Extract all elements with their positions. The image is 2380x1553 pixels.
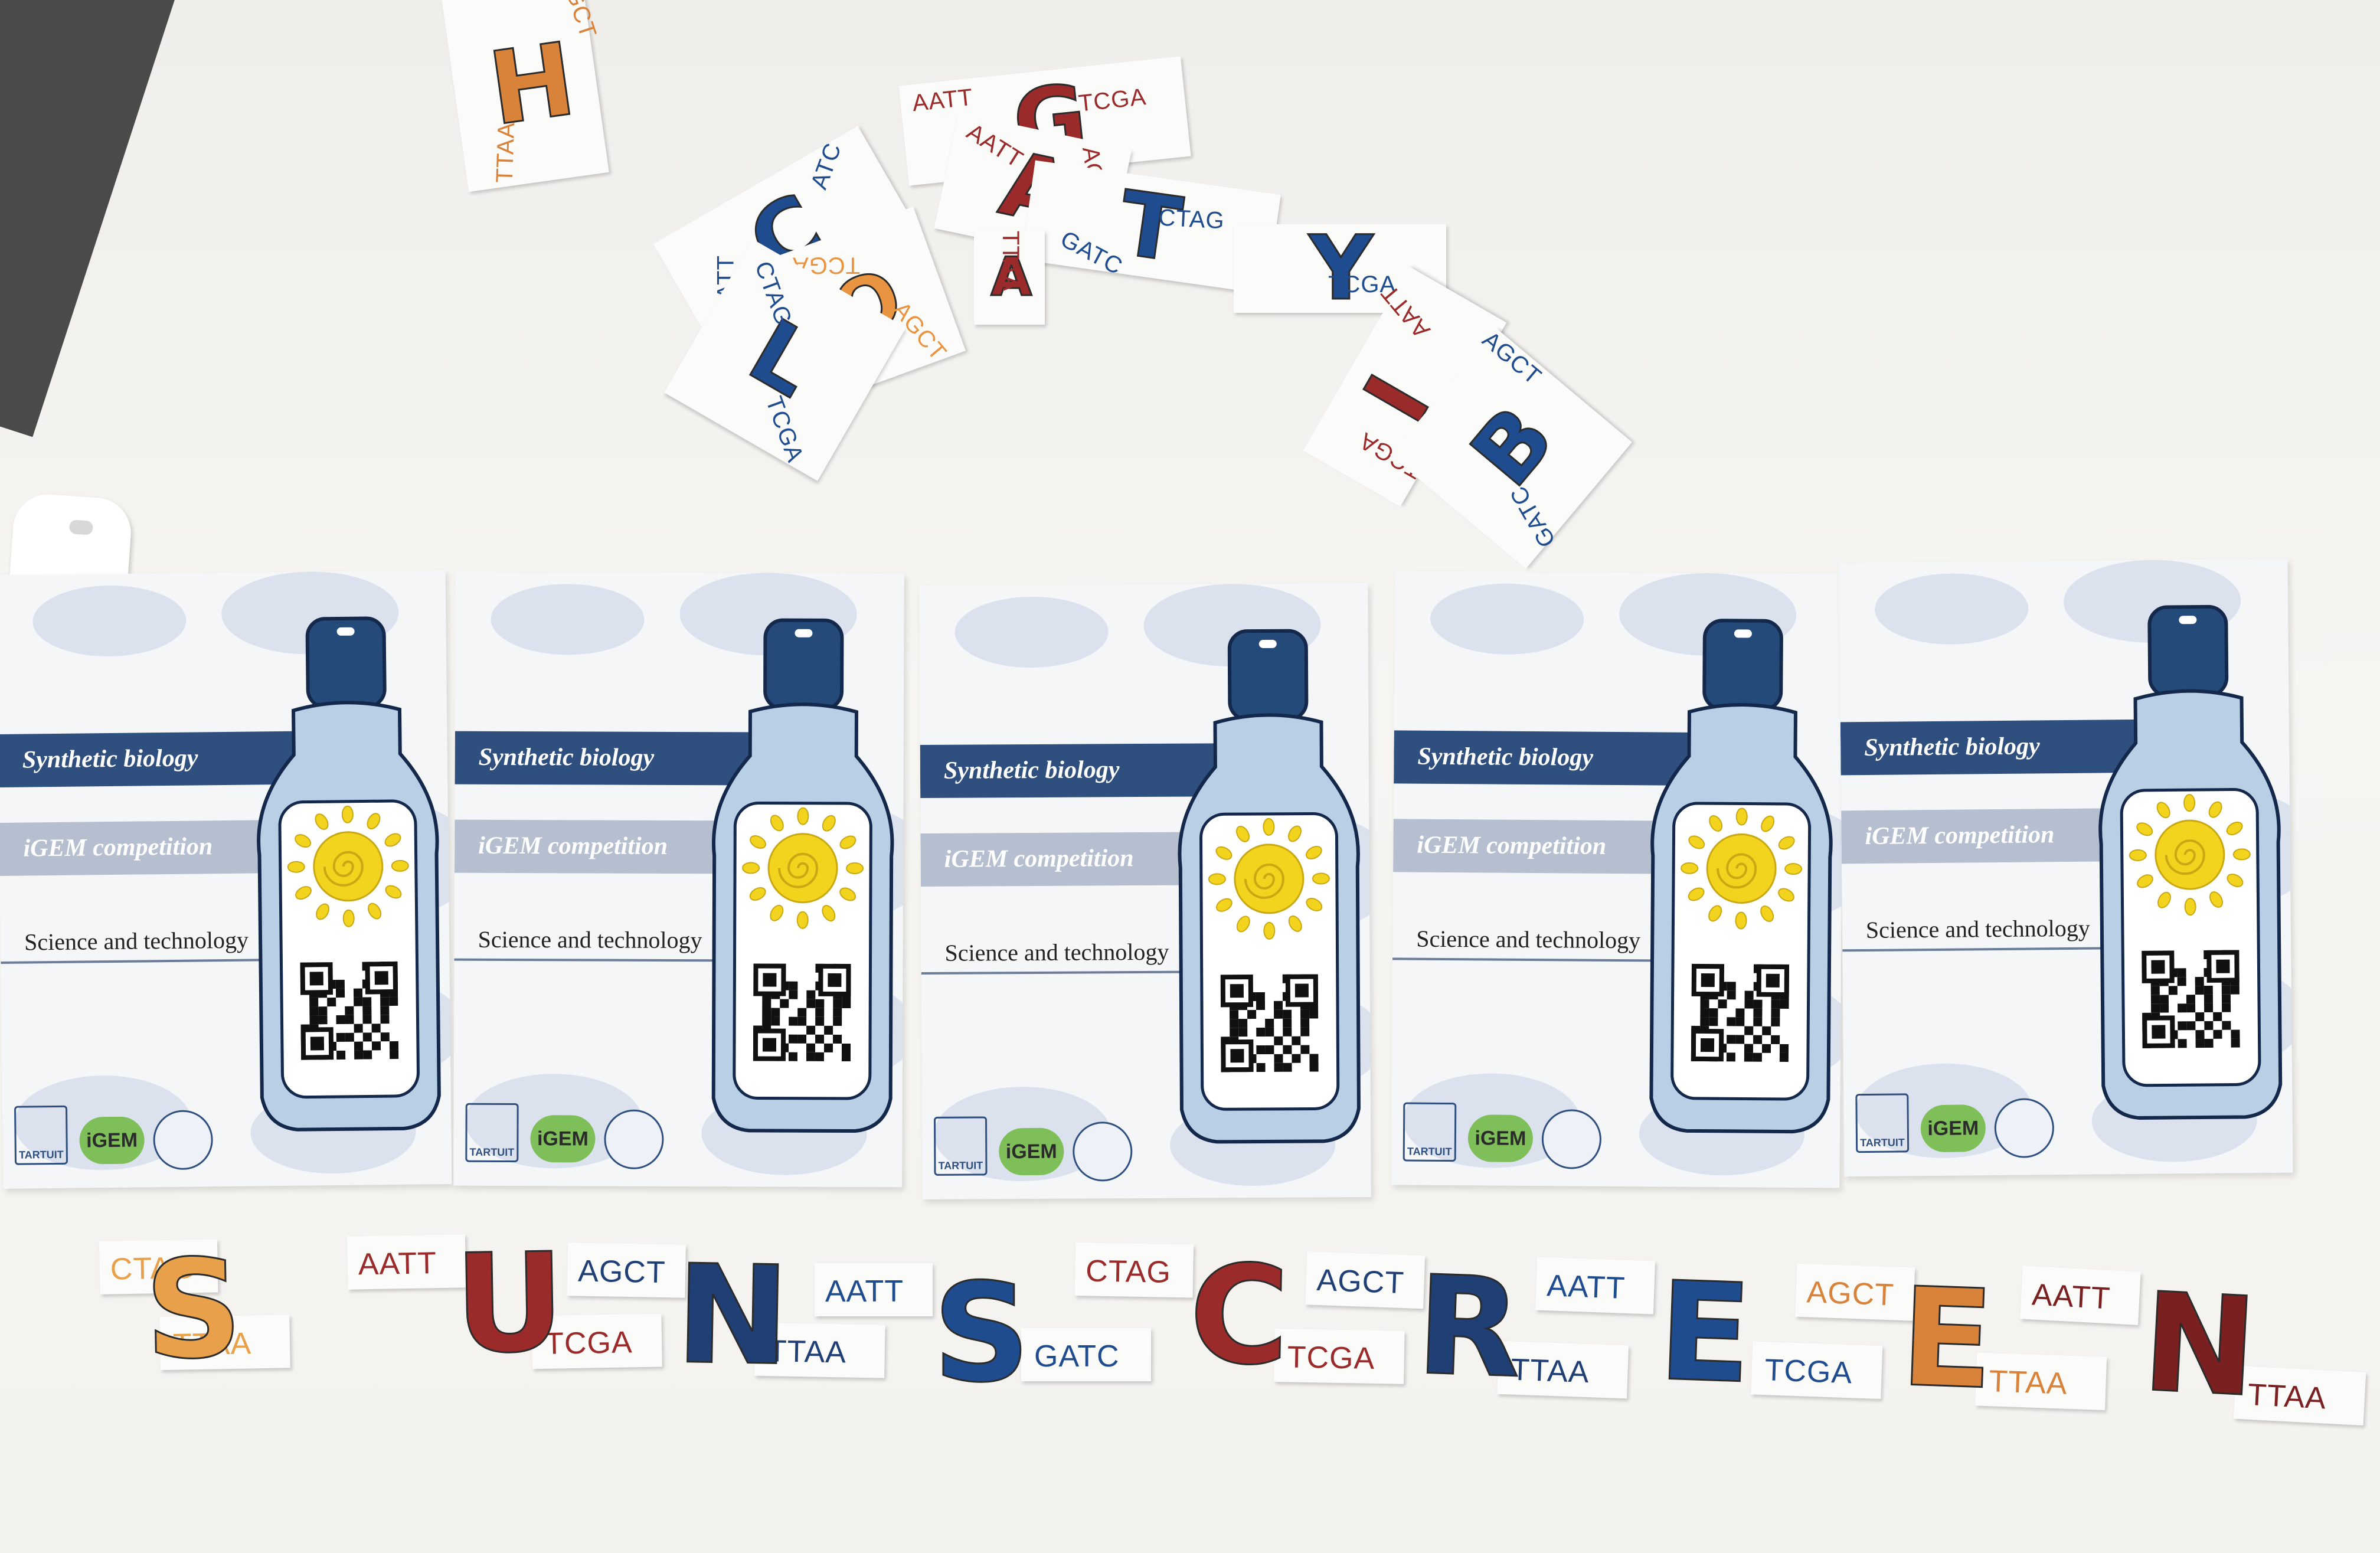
- dna-code-label: AATT: [911, 84, 975, 117]
- university-seal: [604, 1109, 664, 1169]
- igem-logo: iGEM: [999, 1127, 1064, 1176]
- university-seal: [1541, 1109, 1602, 1169]
- cloud-decoration: [1430, 583, 1584, 655]
- dna-code-label: CTAG: [1085, 1254, 1172, 1290]
- word-letter: E: [1897, 1258, 1997, 1420]
- band-text: Science and technology: [1416, 925, 1641, 954]
- tartuit-logo: TARTUIT: [1402, 1102, 1457, 1162]
- tartuit-logo: TARTUIT: [933, 1116, 988, 1176]
- dna-code-label: GATC: [1056, 225, 1127, 280]
- dna-code-label: TCGA: [760, 393, 809, 466]
- band-text: Synthetic biology: [1864, 733, 2040, 761]
- dna-card-upper: CTAG: [1074, 1243, 1194, 1298]
- poster-logos: TARTUIT iGEM: [1855, 1092, 2055, 1165]
- sunscreen-bottle-illustration: [1178, 629, 1361, 1144]
- dna-code-label: AATT: [962, 119, 1028, 174]
- cloud-decoration: [1874, 573, 2029, 645]
- dna-card-upper: AGCT: [567, 1243, 686, 1298]
- dna-code-label: AATT: [2031, 1277, 2111, 1316]
- tartuit-logo: TARTUIT: [14, 1105, 68, 1165]
- sunscreen-bottle-illustration: [2098, 604, 2283, 1120]
- dna-card-upper: AATT: [1535, 1257, 1656, 1315]
- dna-code-label: AATT: [825, 1274, 904, 1309]
- band-text: iGEM competition: [23, 833, 213, 862]
- poster-logos: TARTUIT iGEM: [465, 1103, 664, 1175]
- band-text: iGEM competition: [478, 832, 668, 860]
- dna-card-upper: AATT: [815, 1263, 933, 1316]
- university-seal: [153, 1110, 214, 1171]
- poster-card: Synthetic biology iGEM competition Science…: [0, 570, 452, 1189]
- dna-code-label: AGCT: [1806, 1275, 1895, 1313]
- tartuit-logo: TARTUIT: [1855, 1093, 1910, 1153]
- band-text: iGEM competition: [1417, 831, 1607, 860]
- poster-card: Synthetic biology iGEM competition Science…: [1839, 558, 2293, 1177]
- tartuit-logo: TARTUIT: [465, 1103, 519, 1163]
- word-letter: S: [932, 1255, 1032, 1413]
- igem-logo: iGEM: [1920, 1104, 1986, 1153]
- igem-logo: iGEM: [79, 1116, 145, 1165]
- dna-code-label: AATT: [1546, 1268, 1626, 1306]
- sunscreen-bottle-illustration: [257, 616, 441, 1132]
- band-text: Science and technology: [478, 926, 702, 954]
- dna-code-label: CTAG: [1158, 204, 1225, 234]
- dna-code-label: TTAA: [998, 230, 1024, 292]
- dna-card-upper: AATT: [2020, 1266, 2141, 1325]
- dna-code-label: CTAG: [750, 257, 797, 329]
- dna-card-upper: AATT: [346, 1234, 466, 1290]
- band-text: Science and technology: [944, 938, 1169, 966]
- word-tile-s: CTAG TTAA S: [99, 1230, 296, 1391]
- sunscreen-bottle-illustration: [1649, 619, 1833, 1134]
- band-text: iGEM competition: [1865, 821, 2055, 850]
- cloud-decoration: [491, 583, 645, 655]
- poster-card: Synthetic biology iGEM competition Science…: [919, 583, 1371, 1199]
- sunscreen-bottle-illustration: [711, 618, 894, 1133]
- tile-letter: Y: [1308, 217, 1374, 320]
- tile-letter: B: [1451, 387, 1575, 506]
- band-text: Science and technology: [24, 926, 249, 956]
- word-tile-n: AATT TTAA N: [2015, 1263, 2376, 1431]
- word-letter: S: [142, 1230, 244, 1391]
- poster-logos: TARTUIT iGEM: [1402, 1102, 1602, 1174]
- poster-card: Synthetic biology iGEM competition Science…: [453, 571, 904, 1188]
- band-text: Synthetic biology: [478, 743, 655, 771]
- dna-code-label: AGCT: [1316, 1263, 1405, 1301]
- dna-card-upper: AGCT: [1795, 1263, 1915, 1321]
- clip-hole: [68, 519, 94, 535]
- word-letter: C: [1187, 1235, 1291, 1397]
- dna-code-label: GATC: [1505, 481, 1561, 552]
- dna-code-label: AATT: [1376, 279, 1436, 344]
- dna-card-upper: AGCT: [1305, 1251, 1426, 1309]
- university-seal: [1994, 1098, 2055, 1159]
- dna-code-label: AATT: [358, 1246, 437, 1282]
- band-text: iGEM competition: [944, 845, 1134, 873]
- igem-logo: iGEM: [530, 1115, 596, 1163]
- band-text: Synthetic biology: [22, 744, 198, 774]
- word-letter: U: [452, 1224, 567, 1385]
- band-text: Synthetic biology: [943, 756, 1120, 784]
- dna-code-label: ATC: [806, 139, 847, 193]
- band-text: Synthetic biology: [1417, 743, 1594, 771]
- cloud-decoration: [954, 596, 1109, 668]
- poster-logos: TARTUIT iGEM: [14, 1104, 214, 1176]
- dna-code-label: TTAA: [2247, 1377, 2327, 1416]
- dna-code-label: AGCT: [1477, 326, 1547, 390]
- poster-row: Synthetic biology iGEM competition Science…: [0, 558, 2380, 1199]
- dna-code-label: AGCT: [577, 1254, 666, 1290]
- letter-tile-a: A TTAA: [974, 230, 1045, 325]
- table-edge: [0, 0, 215, 437]
- word-letter: R: [1413, 1246, 1525, 1409]
- letter-tile-h: H AGCT TTAA: [442, 0, 609, 192]
- igem-logo: iGEM: [1467, 1114, 1534, 1163]
- word-letter: E: [1655, 1252, 1755, 1414]
- word-letter: N: [2138, 1263, 2261, 1428]
- cloud-decoration: [32, 584, 187, 658]
- dna-code-label: TCGA: [1077, 83, 1148, 117]
- poster-logos: TARTUIT iGEM: [933, 1116, 1133, 1188]
- band-text: Science and technology: [1865, 914, 2090, 943]
- poster-card: Synthetic biology iGEM competition Science…: [1391, 571, 1844, 1188]
- word-letter: N: [674, 1235, 792, 1397]
- photo-scene: HAGCTTTAAGAATTTCGAAAATTAGCTCTAGGATCYTCGA…: [0, 0, 2380, 1553]
- university-seal: [1073, 1122, 1133, 1182]
- dna-code-label: TTAA: [491, 121, 520, 184]
